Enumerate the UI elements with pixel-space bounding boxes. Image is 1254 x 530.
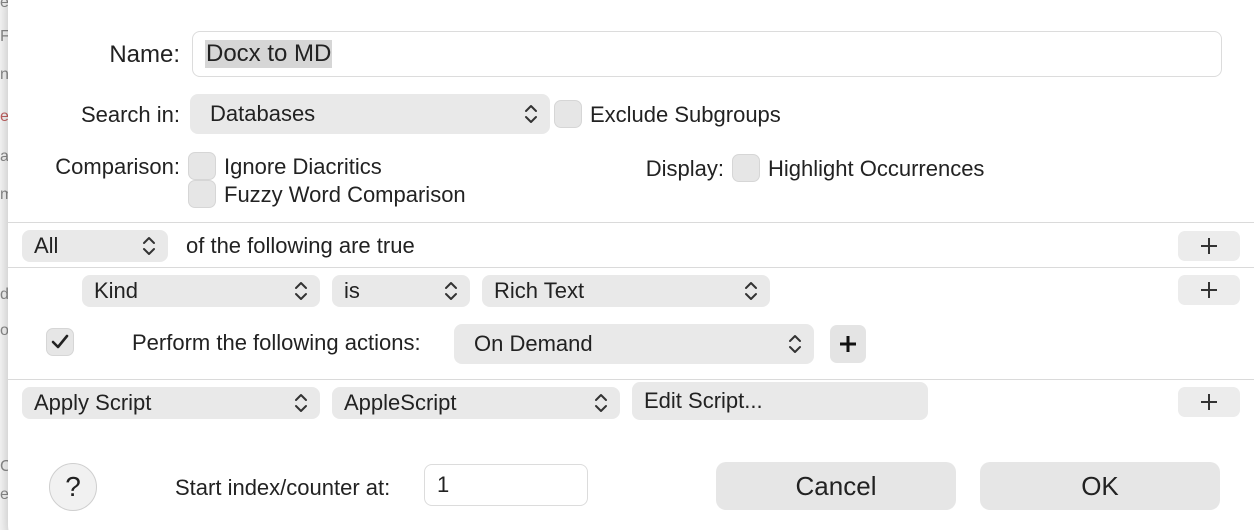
match-all-value: All xyxy=(34,233,59,258)
script-language-popup[interactable]: AppleScript xyxy=(332,387,620,419)
comparison-label: Comparison: xyxy=(55,154,180,179)
search-in-label: Search in: xyxy=(80,102,180,127)
checkmark-icon xyxy=(51,334,69,349)
trigger-popup[interactable]: On Demand xyxy=(454,324,814,364)
ignore-diacritics-checkbox[interactable] xyxy=(188,152,216,180)
perform-actions-checkbox[interactable] xyxy=(46,328,74,356)
perform-actions-label: Perform the following actions: xyxy=(132,330,421,355)
name-label: Name: xyxy=(109,41,180,68)
search-in-popup[interactable]: Databases xyxy=(190,94,550,134)
chevron-up-down-icon xyxy=(294,280,308,302)
add-action-button[interactable] xyxy=(1178,387,1240,417)
condition-field-value: Kind xyxy=(94,278,139,303)
exclude-subgroups-checkbox[interactable] xyxy=(554,100,582,128)
name-field[interactable]: Docx to MD xyxy=(192,31,1222,77)
plus-icon xyxy=(1201,394,1217,410)
chevron-up-down-icon xyxy=(524,103,538,125)
divider xyxy=(8,379,1254,380)
condition-operator-popup[interactable]: is xyxy=(332,275,470,307)
fuzzy-word-label: Fuzzy Word Comparison xyxy=(224,182,466,207)
condition-value-value: Rich Text xyxy=(494,278,585,303)
chevron-up-down-icon xyxy=(594,392,608,414)
smart-rule-dialog: Name: Docx to MD Search in: Databases Ex… xyxy=(8,0,1254,530)
name-field-value: Docx to MD xyxy=(205,40,333,68)
condition-field-popup[interactable]: Kind xyxy=(82,275,320,307)
cancel-button[interactable]: Cancel xyxy=(716,462,956,510)
plus-icon xyxy=(1201,238,1217,254)
action-type-popup[interactable]: Apply Script xyxy=(22,387,320,419)
match-all-popup[interactable]: All xyxy=(22,230,168,262)
chevron-up-down-icon xyxy=(444,280,458,302)
plus-icon xyxy=(1201,282,1217,298)
divider xyxy=(8,222,1254,223)
plus-icon xyxy=(840,336,856,352)
display-label: Display: xyxy=(645,156,724,181)
edit-script-button[interactable]: Edit Script... xyxy=(632,382,928,420)
chevron-up-down-icon xyxy=(788,333,802,355)
highlight-occurrences-label: Highlight Occurrences xyxy=(768,156,985,181)
condition-operator-value: is xyxy=(344,278,360,303)
ok-button[interactable]: OK xyxy=(980,462,1220,510)
add-rule-button[interactable] xyxy=(1178,275,1240,305)
divider xyxy=(8,267,1254,268)
chevron-up-down-icon xyxy=(142,235,156,257)
start-index-field[interactable]: 1 xyxy=(424,464,588,506)
action-type-value: Apply Script xyxy=(34,390,152,415)
search-in-value: Databases xyxy=(210,101,316,126)
add-condition-button[interactable] xyxy=(1178,231,1240,261)
chevron-up-down-icon xyxy=(294,392,308,414)
trigger-value: On Demand xyxy=(474,331,593,356)
highlight-occurrences-checkbox[interactable] xyxy=(732,154,760,182)
fuzzy-word-checkbox[interactable] xyxy=(188,180,216,208)
chevron-up-down-icon xyxy=(744,280,758,302)
ignore-diacritics-label: Ignore Diacritics xyxy=(224,154,382,179)
start-index-label: Start index/counter at: xyxy=(175,475,391,500)
script-language-value: AppleScript xyxy=(344,390,457,415)
add-trigger-button[interactable] xyxy=(830,325,866,363)
exclude-subgroups-label: Exclude Subgroups xyxy=(590,102,781,127)
help-button[interactable]: ? xyxy=(49,463,97,511)
match-suffix-label: of the following are true xyxy=(186,233,415,258)
condition-value-popup[interactable]: Rich Text xyxy=(482,275,770,307)
